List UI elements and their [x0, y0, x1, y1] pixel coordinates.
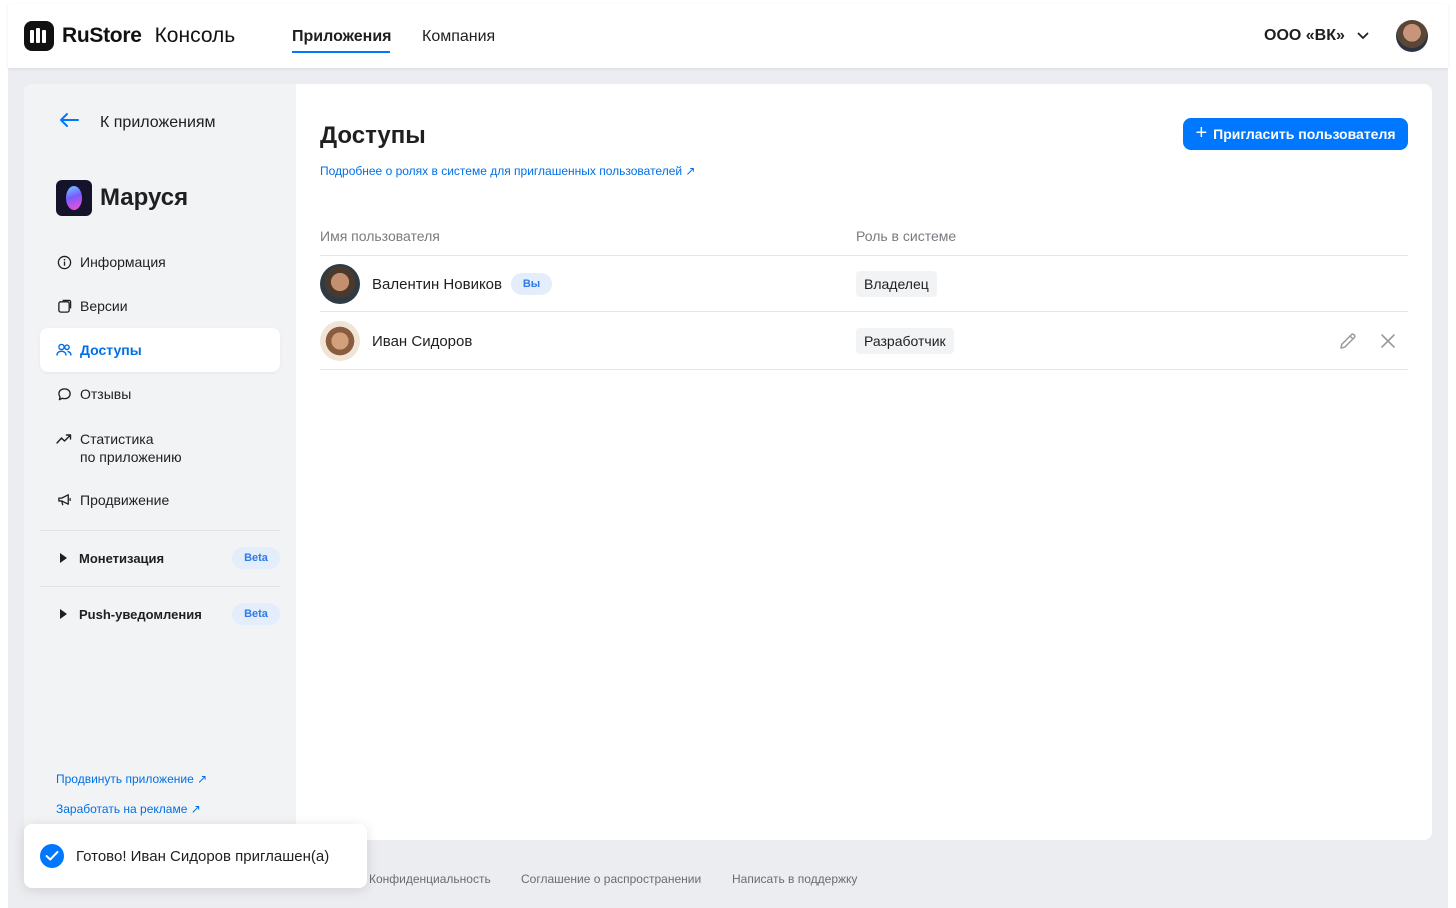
you-badge: Вы [511, 273, 552, 295]
beta-badge: Beta [232, 547, 280, 569]
user-avatar-row [320, 321, 360, 361]
table-row-divider [320, 311, 1408, 312]
invite-button-label: Пригласить пользователя [1213, 126, 1396, 142]
info-icon [56, 254, 72, 270]
brand-subtitle: Консоль [154, 24, 236, 47]
sidebar-item-statistics[interactable]: Статистика по приложению [40, 416, 280, 472]
role-chip: Владелец [856, 271, 937, 297]
beta-badge: Beta [232, 603, 280, 625]
check-circle-icon [40, 844, 64, 868]
sidebar-item-label: Статистика по приложению [80, 431, 182, 465]
sidebar-item-versions[interactable]: Версии [40, 284, 280, 328]
app-name: Маруся [100, 184, 189, 211]
edit-pencil-icon[interactable] [1336, 329, 1360, 353]
table-header-divider [320, 255, 1408, 256]
column-header-username: Имя пользователя [320, 228, 440, 244]
triangle-right-icon [60, 553, 67, 563]
sidebar-item-reviews[interactable]: Отзывы [40, 372, 280, 416]
users-icon [56, 342, 72, 358]
sidebar-divider [40, 530, 280, 531]
back-to-apps-link[interactable]: К приложениям [58, 112, 216, 133]
back-label: К приложениям [100, 113, 216, 131]
triangle-right-icon [60, 609, 67, 619]
chevron-down-icon [1357, 27, 1369, 45]
table-row-divider [320, 369, 1408, 370]
top-header: RuStore Консоль Приложения Компания ООО … [8, 4, 1448, 68]
tab-applications[interactable]: Приложения [292, 28, 392, 46]
footer-privacy-link[interactable]: Конфиденциальность [369, 872, 491, 886]
earn-on-ads-link[interactable]: Заработать на рекламе ↗ [56, 802, 201, 816]
remove-close-icon[interactable] [1376, 329, 1400, 353]
column-header-role: Роль в системе [856, 228, 957, 244]
app-icon [56, 180, 92, 216]
megaphone-icon [56, 492, 72, 508]
sidebar-item-access[interactable]: Доступы [40, 328, 280, 372]
role-chip: Разработчик [856, 328, 954, 354]
promote-app-link[interactable]: Продвинуть приложение ↗ [56, 772, 207, 786]
sidebar-item-label: Отзывы [80, 386, 132, 402]
expander-label: Push-уведомления [79, 606, 202, 622]
user-avatar[interactable] [1396, 20, 1428, 52]
sidebar-item-label: Информация [80, 254, 166, 270]
org-switcher[interactable]: ООО «ВК» [1264, 27, 1369, 45]
content-card: К приложениям Маруся Информация Версии Д… [24, 84, 1432, 840]
sidebar-item-promotion[interactable]: Продвижение [40, 478, 280, 522]
sidebar: К приложениям Маруся Информация Версии Д… [24, 84, 296, 840]
user-avatar-row [320, 264, 360, 304]
active-tab-indicator [292, 51, 390, 53]
sidebar-expander-monetization[interactable]: Монетизация Beta [40, 544, 280, 572]
sidebar-expander-push[interactable]: Push-уведомления Beta [40, 600, 280, 628]
expander-label: Монетизация [79, 550, 165, 566]
success-toast: Готово! Иван Сидоров приглашен(а) [24, 824, 367, 888]
chart-icon [56, 431, 72, 447]
tab-company[interactable]: Компания [422, 28, 495, 46]
toast-message: Готово! Иван Сидоров приглашен(а) [76, 847, 330, 865]
user-name: Валентин Новиков [372, 276, 502, 293]
versions-icon [56, 298, 72, 314]
sidebar-item-label: Продвижение [80, 492, 170, 508]
footer-distribution-agreement-link[interactable]: Соглашение о распространении [521, 872, 701, 886]
rustore-logo[interactable]: RuStore Консоль [24, 21, 235, 51]
invite-user-button[interactable]: + Пригласить пользователя [1183, 118, 1408, 150]
sidebar-item-label: Версии [80, 298, 128, 314]
user-name: Иван Сидоров [372, 333, 473, 350]
sidebar-item-info[interactable]: Информация [40, 240, 280, 284]
arrow-left-icon [58, 112, 80, 133]
plus-icon: + [1195, 122, 1208, 144]
brand-name: RuStore [62, 24, 142, 47]
roles-info-link[interactable]: Подробнее о ролях в системе для приглаше… [320, 164, 695, 178]
rustore-logo-icon [24, 21, 54, 51]
footer-support-link[interactable]: Написать в поддержку [732, 872, 857, 886]
sidebar-item-label: Доступы [80, 342, 142, 358]
chat-bubble-icon [56, 386, 72, 402]
app-header: Маруся [56, 180, 188, 216]
page-title: Доступы [320, 122, 426, 149]
sidebar-divider [40, 586, 280, 587]
org-name: ООО «ВК» [1264, 27, 1345, 44]
